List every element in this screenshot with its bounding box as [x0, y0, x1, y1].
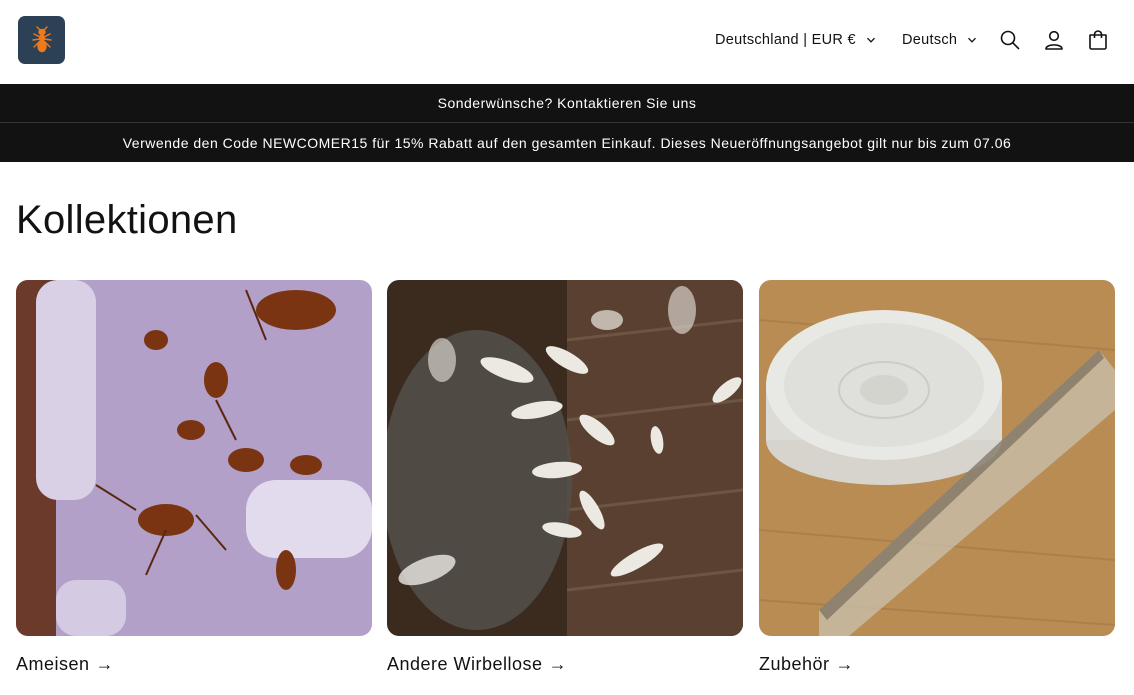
arrow-right-icon: →: [548, 654, 568, 674]
search-icon: [1000, 30, 1020, 50]
ant-logo-icon: [31, 26, 52, 53]
cart-button[interactable]: [1085, 27, 1111, 53]
collection-title: Zubehör: [759, 654, 830, 674]
collection-image-ameisen: [16, 280, 372, 636]
chevron-down-icon: [968, 37, 977, 43]
store-logo[interactable]: [18, 16, 65, 64]
collection-label: Ameisen →: [16, 654, 114, 675]
language-selector-label: Deutsch: [902, 32, 958, 48]
search-button[interactable]: [997, 27, 1023, 53]
announcement-text: Verwende den Code NEWCOMER15 für 15% Rab…: [122, 134, 1012, 151]
collection-label: Andere Wirbellose →: [387, 654, 567, 675]
cart-icon: [1089, 30, 1107, 50]
chevron-down-icon: [866, 37, 875, 43]
language-selector[interactable]: Deutsch: [902, 29, 977, 51]
account-button[interactable]: [1041, 27, 1067, 53]
announcement-text: Sonderwünsche? Kontaktieren Sie uns: [437, 95, 697, 111]
site-header: Deutschland | EUR € Deutsch: [0, 0, 1134, 84]
arrow-right-icon: →: [95, 654, 115, 674]
announcement-bar-contact[interactable]: Sonderwünsche? Kontaktieren Sie uns: [0, 84, 1134, 122]
country-selector[interactable]: Deutschland | EUR €: [715, 29, 876, 51]
collection-card-ameisen[interactable]: Ameisen →: [16, 280, 372, 674]
account-icon: [1045, 30, 1063, 50]
collection-card-zubehoer[interactable]: Zubehör →: [759, 280, 1115, 674]
country-selector-label: Deutschland | EUR €: [715, 32, 856, 48]
arrow-right-icon: →: [835, 654, 855, 674]
collection-card-andere-wirbellose[interactable]: Andere Wirbellose →: [387, 280, 743, 674]
collection-label: Zubehör →: [759, 654, 854, 675]
announcement-bar-discount: Verwende den Code NEWCOMER15 für 15% Rab…: [0, 122, 1134, 162]
collection-title: Ameisen: [16, 654, 90, 674]
page-title: Kollektionen: [16, 198, 238, 242]
collection-image-andere-wirbellose: [387, 280, 743, 636]
collection-image-zubehoer: [759, 280, 1115, 636]
collection-title: Andere Wirbellose: [387, 654, 543, 674]
